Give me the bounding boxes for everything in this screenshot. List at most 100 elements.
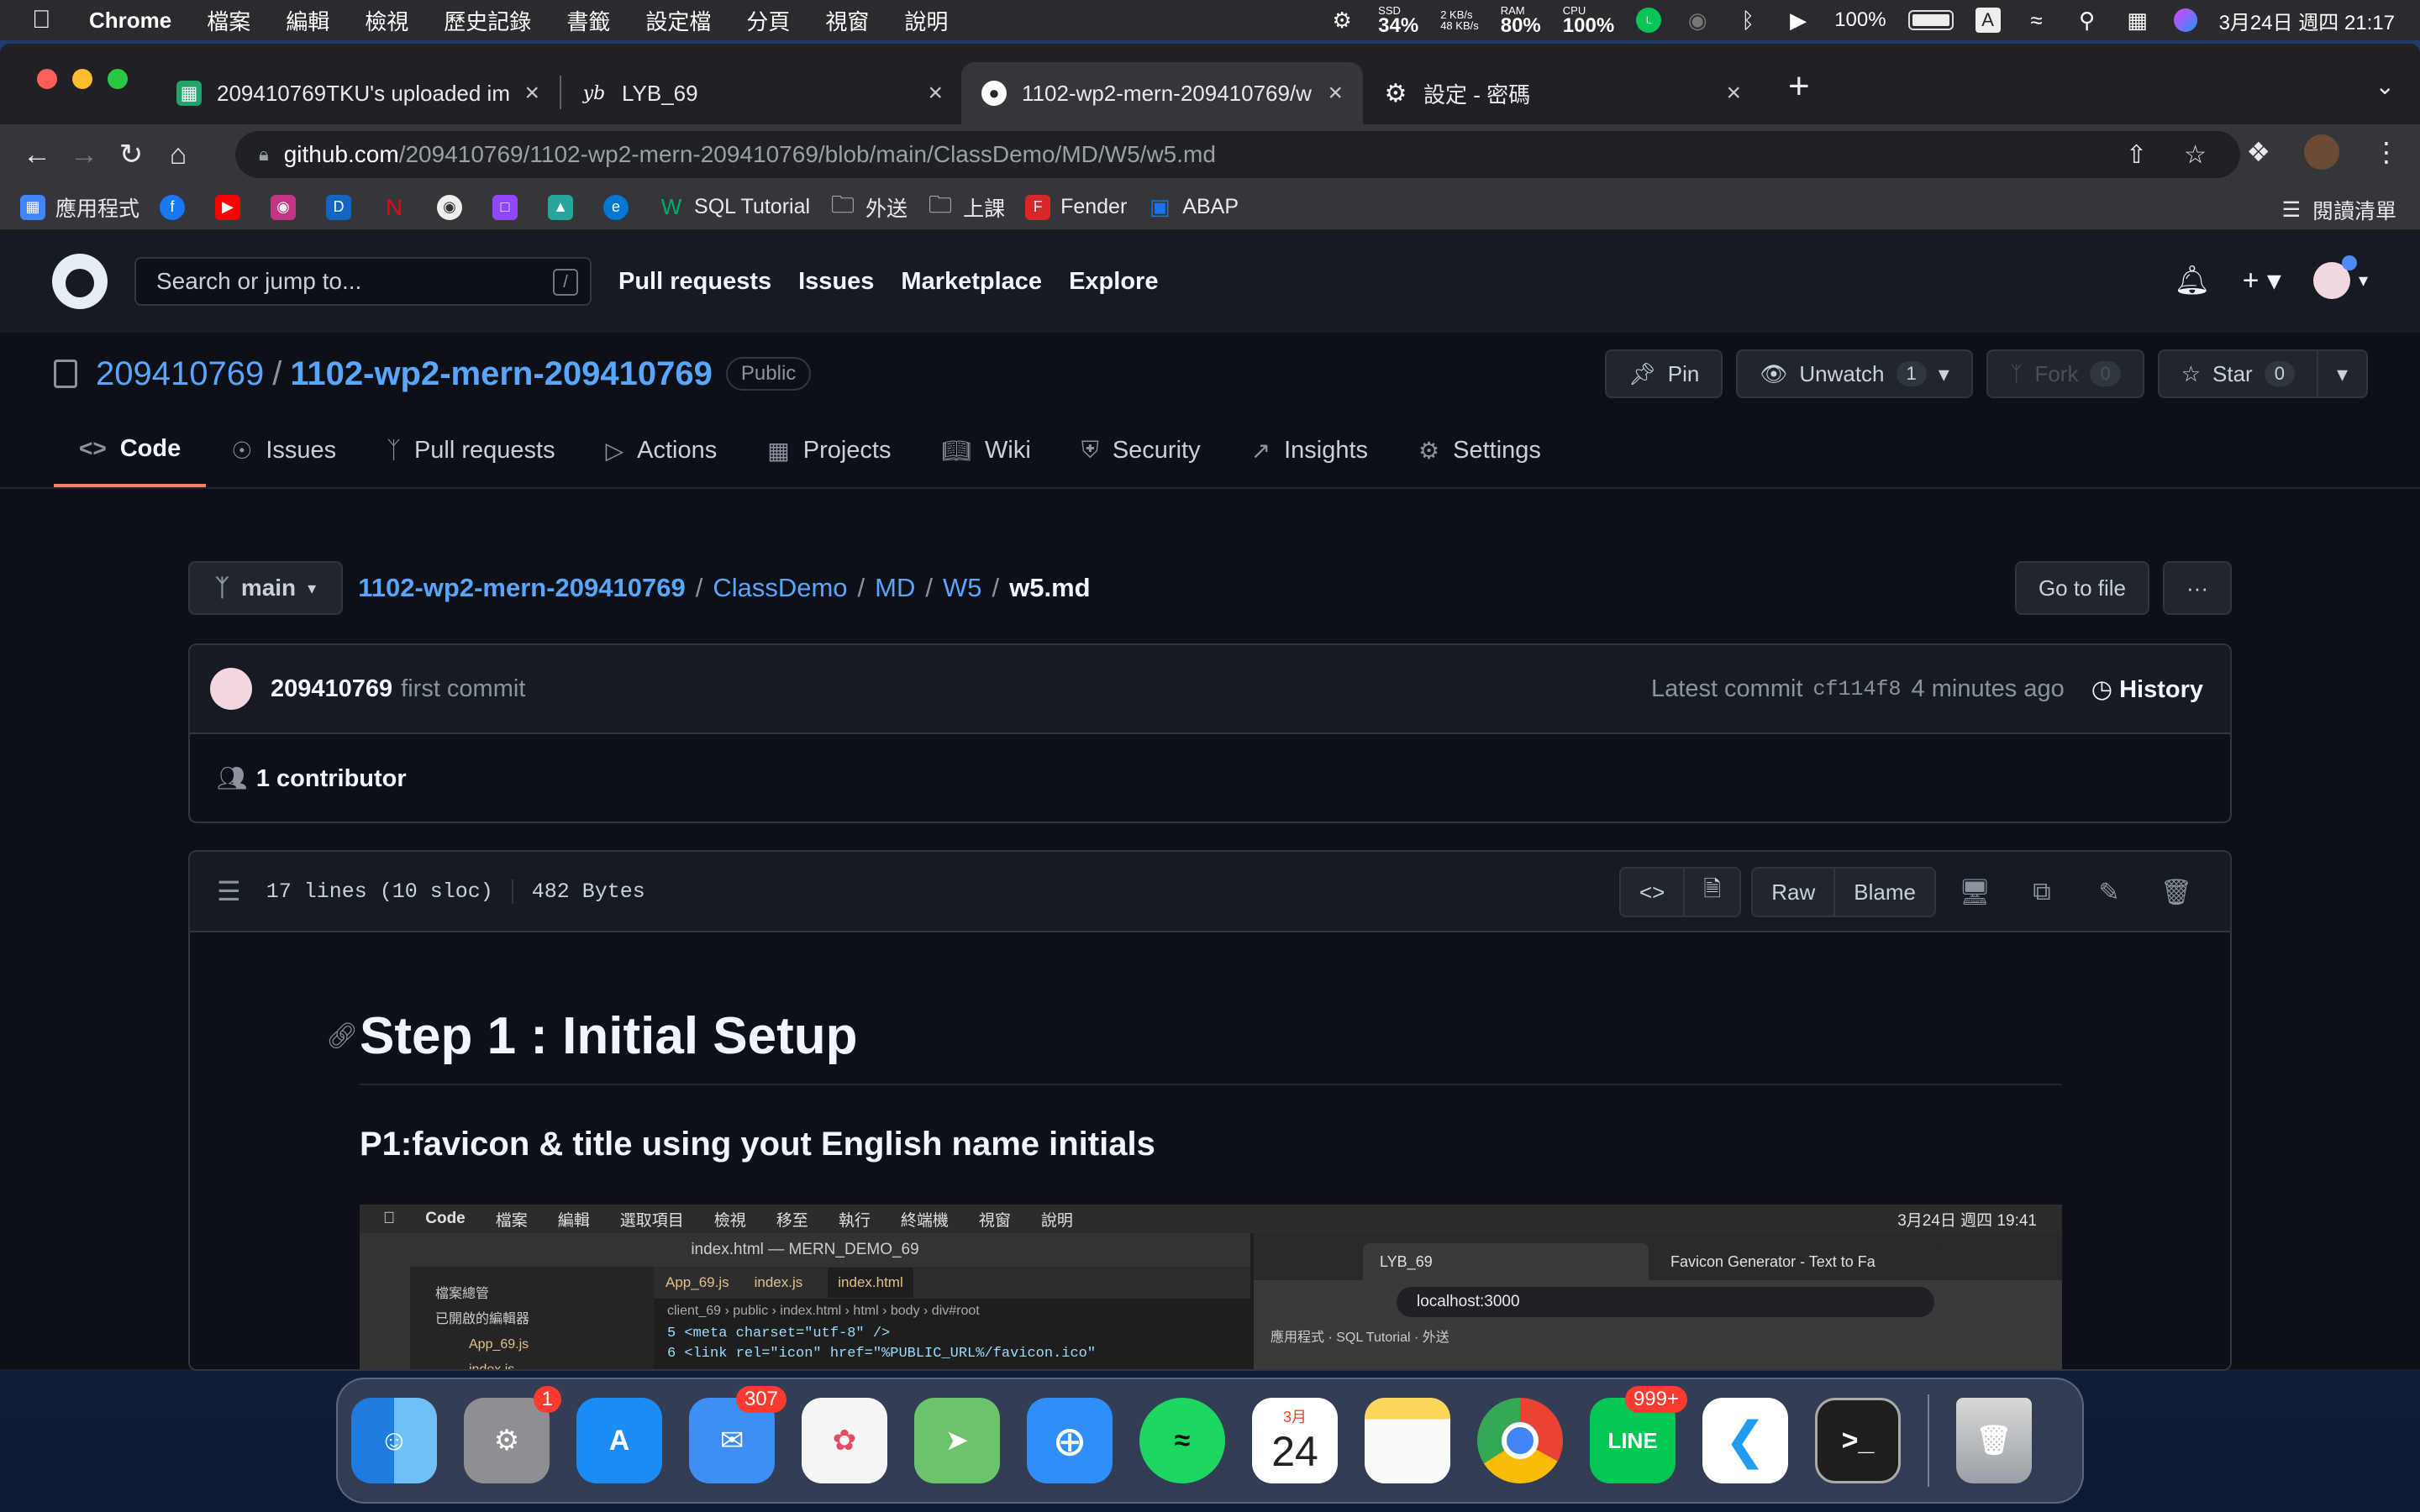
bookmark-youtube[interactable]: ▶ — [215, 194, 250, 220]
bookmark-sql-tutorial[interactable]: W SQL Tutorial — [659, 194, 810, 220]
bookmark-facebook[interactable]: f — [160, 194, 195, 220]
breadcrumb-md[interactable]: MD — [875, 573, 915, 603]
menubar-item-bookmarks[interactable]: 書籤 — [566, 5, 610, 36]
chrome-menu-icon[interactable]: ⋮ — [2373, 136, 2400, 168]
bookmark-star-icon[interactable]: ☆ — [2184, 140, 2207, 170]
tab-lyb69[interactable]: yb LYB_69 × — [561, 62, 963, 124]
apple-menu-icon[interactable]:  — [32, 6, 57, 34]
dock-line[interactable]: LINE 999+ — [1590, 1386, 1687, 1483]
pin-button[interactable]: 📌︎ Pin — [1604, 349, 1723, 398]
dock-trash[interactable]: 🗑︎ — [1956, 1398, 2032, 1483]
repo-name-link[interactable]: 1102-wp2-mern-209410769 — [290, 355, 713, 393]
breadcrumb-classdemo[interactable]: ClassDemo — [713, 573, 847, 603]
menubar-item-history[interactable]: 歷史記錄 — [444, 5, 531, 36]
bookmark-dcard[interactable]: D — [326, 194, 361, 220]
dock-calendar[interactable]: 3月 24 — [1252, 1398, 1338, 1483]
contributors-row[interactable]: 👥︎ 1 contributor — [190, 734, 2230, 823]
create-new-plus-icon[interactable]: + ▾ — [2243, 264, 2281, 297]
bookmark-apps[interactable]: ▦ 應用程式 — [20, 192, 139, 223]
bookmark-twitch[interactable]: □ — [492, 194, 528, 220]
wifi-icon[interactable]: ≈ — [2023, 6, 2051, 34]
raw-button[interactable]: Raw — [1753, 869, 1834, 916]
menubar-item-tabs[interactable]: 分頁 — [746, 5, 790, 36]
tab-close-icon[interactable]: × — [1328, 79, 1343, 108]
commit-message[interactable]: first commit — [401, 675, 525, 703]
share-icon[interactable]: ⇧ — [2126, 140, 2147, 170]
menubar-item-view[interactable]: 檢視 — [365, 5, 408, 36]
dock-app-store[interactable]: A — [576, 1398, 662, 1483]
source-view-code-icon[interactable]: <> — [1621, 869, 1684, 916]
user-menu[interactable]: ▾ — [2312, 255, 2368, 299]
tab-issues[interactable]: ☉ Issues — [206, 413, 361, 487]
ssd-stat[interactable]: SSD 34% — [1378, 5, 1418, 36]
menubar-item-window[interactable]: 視窗 — [825, 5, 869, 36]
star-button[interactable]: ☆ Star 0 — [2157, 349, 2318, 398]
airdrop-icon[interactable]: ◉ — [1683, 6, 1712, 34]
dock-chrome[interactable] — [1477, 1398, 1563, 1483]
repo-owner-link[interactable]: 209410769 — [96, 355, 264, 393]
line-menubar-icon[interactable]: L — [1636, 8, 1662, 33]
copy-icon[interactable]: ⧉ — [2013, 878, 2070, 906]
nav-explore[interactable]: Explore — [1069, 268, 1158, 296]
bookmark-instagram[interactable]: ◉ — [271, 194, 306, 220]
back-arrow-icon[interactable]: ← — [13, 139, 60, 171]
notifications-bell-icon[interactable]: 🔔︎ — [2174, 264, 2210, 297]
tab-insights[interactable]: ↗ Insights — [1226, 413, 1393, 487]
minimize-window-button[interactable] — [72, 69, 92, 89]
reading-list-button[interactable]: ☰ 閱讀清單 — [2282, 195, 2396, 225]
history-link[interactable]: ◷ History — [2091, 675, 2203, 704]
dock-maps[interactable]: ➤ — [914, 1398, 1000, 1483]
tab-pull-requests[interactable]: ᛉ Pull requests — [361, 413, 580, 487]
stats-app-icon[interactable]: ⚙ — [1328, 6, 1356, 34]
tab-github-active[interactable]: ● 1102-wp2-mern-209410769/w × — [961, 62, 1363, 124]
desktop-icon[interactable]: 🖥︎ — [1946, 878, 2003, 907]
blame-button[interactable]: Blame — [1833, 869, 1934, 916]
star-list-dropdown[interactable]: ▾ — [2317, 349, 2368, 398]
dock-terminal[interactable]: >_ — [1815, 1398, 1901, 1483]
dock-finder[interactable]: ☺ — [351, 1398, 437, 1483]
unwatch-button[interactable]: 👁︎ Unwatch 1 ▾ — [1736, 349, 1973, 398]
menubar-item-help[interactable]: 說明 — [904, 5, 948, 36]
menubar-app-name[interactable]: Chrome — [89, 8, 171, 34]
tab-wiki[interactable]: 📖︎ Wiki — [917, 413, 1056, 487]
github-search-input[interactable]: Search or jump to... / — [134, 257, 592, 306]
bookmark-globe[interactable]: ◉ — [437, 194, 472, 220]
address-bar[interactable]: 🔒︎ github.com /209410769/1102-wp2-mern-2… — [235, 131, 2240, 178]
menubar-item-file[interactable]: 檔案 — [207, 5, 250, 36]
more-options-button[interactable]: ··· — [2163, 561, 2232, 615]
breadcrumb-w5[interactable]: W5 — [943, 573, 982, 603]
dock-vscode[interactable]: ❮ — [1702, 1398, 1788, 1483]
input-method-icon[interactable]: A — [1975, 8, 2001, 33]
reload-icon[interactable]: ↻ — [108, 138, 155, 171]
trash-icon[interactable]: 🗑︎ — [2148, 878, 2205, 907]
tab-actions[interactable]: ▷ Actions — [581, 413, 743, 487]
github-logo-icon[interactable] — [52, 254, 108, 309]
tab-close-icon[interactable]: × — [928, 79, 943, 108]
dock-notes[interactable] — [1365, 1398, 1450, 1483]
breadcrumb-repo[interactable]: 1102-wp2-mern-209410769 — [358, 573, 685, 603]
now-playing-icon[interactable]: ▶ — [1784, 6, 1812, 34]
go-to-file-button[interactable]: Go to file — [2014, 561, 2150, 615]
dock-spotify[interactable]: ≈ — [1139, 1398, 1225, 1483]
home-icon[interactable]: ⌂ — [155, 139, 202, 171]
new-tab-icon[interactable]: + — [1788, 66, 1810, 108]
outline-list-icon[interactable]: ☰ — [217, 875, 241, 907]
tab-code[interactable]: <> Code — [54, 413, 207, 487]
bookmark-folder-class[interactable]: 🗀︎ 上課 — [928, 192, 1005, 223]
spotlight-search-icon[interactable]: ⚲ — [2073, 6, 2102, 34]
branch-selector[interactable]: ᛉ main ▾ — [188, 561, 344, 615]
dock-mail[interactable]: ✉ 307 — [689, 1386, 786, 1483]
bookmark-fender[interactable]: F Fender — [1025, 194, 1127, 220]
menubar-item-edit[interactable]: 編輯 — [286, 5, 329, 36]
bookmark-abap[interactable]: ▣ ABAP — [1147, 194, 1239, 220]
network-stat[interactable]: 2 KB/s 48 KB/s — [1440, 9, 1479, 31]
embedded-screenshot-image[interactable]:  Code 檔案 編輯 選取項目 檢視 移至 執行 終端機 視窗 說明 3月2… — [360, 1205, 2062, 1369]
control-center-icon[interactable]: ▦ — [2123, 6, 2152, 34]
tab-security[interactable]: ⛨ Security — [1056, 413, 1226, 487]
extensions-puzzle-icon[interactable]: ❖ — [2246, 136, 2270, 168]
close-window-button[interactable] — [37, 69, 57, 89]
commit-sha[interactable]: cf114f8 — [1813, 677, 1902, 701]
tab-projects[interactable]: ▦ Projects — [742, 413, 916, 487]
bluetooth-icon[interactable]: ᛒ — [1733, 6, 1762, 34]
cpu-stat[interactable]: CPU 100% — [1563, 5, 1614, 36]
